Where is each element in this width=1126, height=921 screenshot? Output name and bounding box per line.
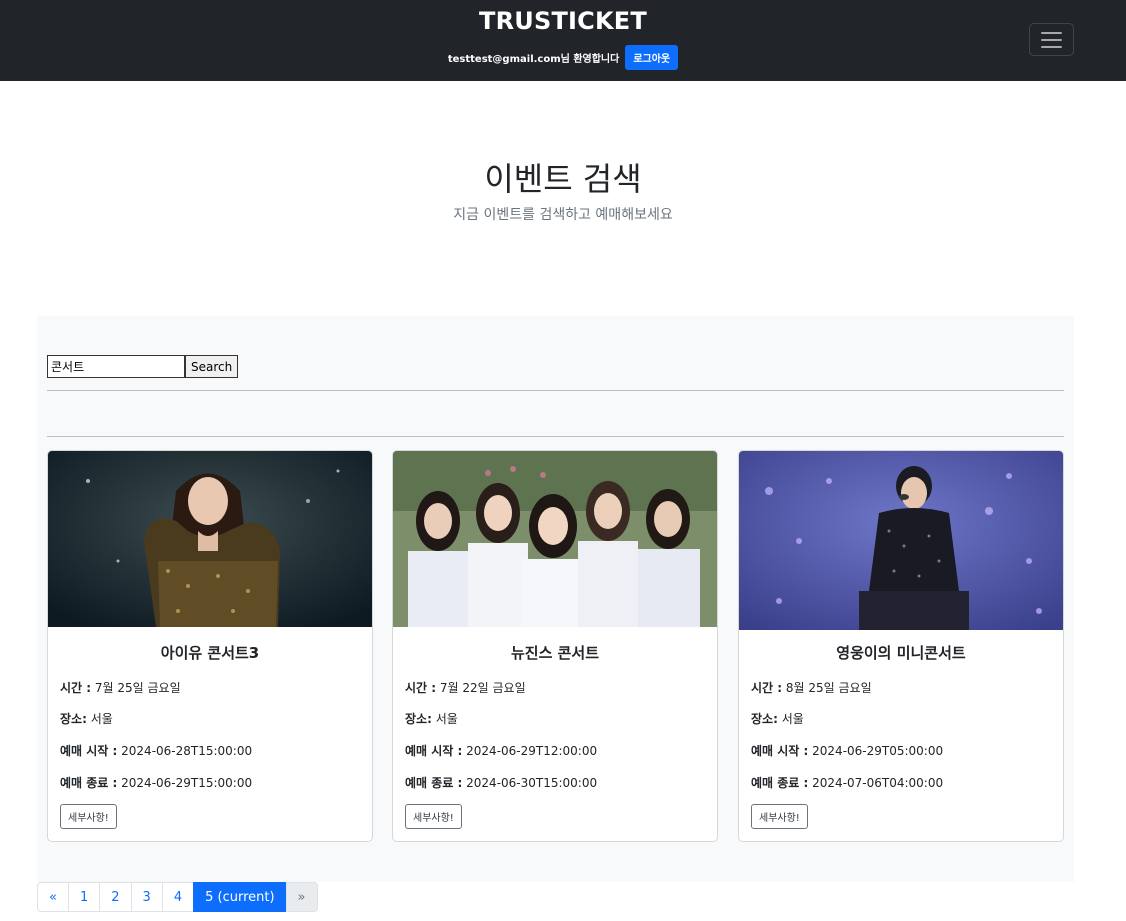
user-bar: testtest@gmail.com님 환영합니다 로그아웃	[0, 45, 1126, 70]
event-place: 장소: 서울	[60, 712, 113, 726]
page-current[interactable]: 5 (current)	[193, 882, 287, 912]
divider	[47, 390, 1064, 391]
event-image	[739, 451, 1063, 630]
divider	[47, 436, 1064, 437]
hamburger-icon	[1041, 31, 1062, 34]
search-button[interactable]: Search	[185, 355, 239, 378]
page-link-1[interactable]: 1	[67, 882, 101, 912]
details-button[interactable]: 세부사항!	[751, 804, 808, 829]
top-navbar: TRUSTICKET testtest@gmail.com님 환영합니다 로그아…	[0, 0, 1126, 81]
event-place: 장소: 서울	[751, 712, 804, 726]
event-sale-end: 예매 종료 : 2024-06-29T15:00:00	[60, 776, 253, 790]
brand-logo[interactable]: TRUSTICKET	[0, 7, 1126, 35]
page-link-3[interactable]: 3	[130, 882, 163, 912]
page-prev-link[interactable]: «	[37, 882, 69, 912]
event-sale-end: 예매 종료 : 2024-07-06T04:00:00	[751, 776, 944, 790]
event-image	[48, 451, 372, 627]
search-panel: Search	[37, 316, 1074, 882]
event-sale-end: 예매 종료 : 2024-06-30T15:00:00	[405, 776, 598, 790]
page-subtitle: 지금 이벤트를 검색하고 예매해보세요	[453, 207, 673, 223]
event-card: 영웅이의 미니콘서트 시간 : 8월 25일 금요일 장소: 서울 예매 시작 …	[738, 450, 1064, 842]
event-time: 시간 : 7월 22일 금요일	[405, 681, 526, 695]
search-input[interactable]	[47, 355, 185, 378]
event-image	[393, 451, 717, 627]
event-place: 장소: 서울	[405, 712, 458, 726]
event-time: 시간 : 7월 25일 금요일	[60, 681, 181, 695]
event-time: 시간 : 8월 25일 금요일	[751, 681, 872, 695]
page-link-2[interactable]: 2	[99, 882, 132, 912]
page-link-4[interactable]: 4	[161, 882, 195, 912]
search-form: Search	[47, 355, 239, 378]
event-sale-start: 예매 시작 : 2024-06-28T15:00:00	[60, 744, 253, 758]
page-title: 이벤트 검색	[484, 160, 642, 198]
event-card: 아이유 콘서트3 시간 : 7월 25일 금요일 장소: 서울 예매 시작 : …	[47, 450, 373, 842]
details-button[interactable]: 세부사항!	[60, 804, 117, 829]
menu-toggle-button[interactable]	[1029, 23, 1074, 56]
event-title: 아이유 콘서트3	[160, 644, 260, 662]
details-button[interactable]: 세부사항!	[405, 804, 462, 829]
logout-button[interactable]: 로그아웃	[625, 45, 679, 70]
event-sale-start: 예매 시작 : 2024-06-29T12:00:00	[405, 744, 598, 758]
event-title: 뉴진스 콘서트	[510, 644, 600, 662]
user-greeting: testtest@gmail.com님 환영합니다	[447, 54, 620, 65]
page-next-link[interactable]: »	[285, 882, 318, 912]
event-card: 뉴진스 콘서트 시간 : 7월 22일 금요일 장소: 서울 예매 시작 : 2…	[392, 450, 718, 842]
event-title: 영웅이의 미니콘서트	[836, 644, 966, 662]
event-sale-start: 예매 시작 : 2024-06-29T05:00:00	[751, 744, 944, 758]
pagination: « 1 2 3 4 5 (current) »	[37, 882, 318, 912]
